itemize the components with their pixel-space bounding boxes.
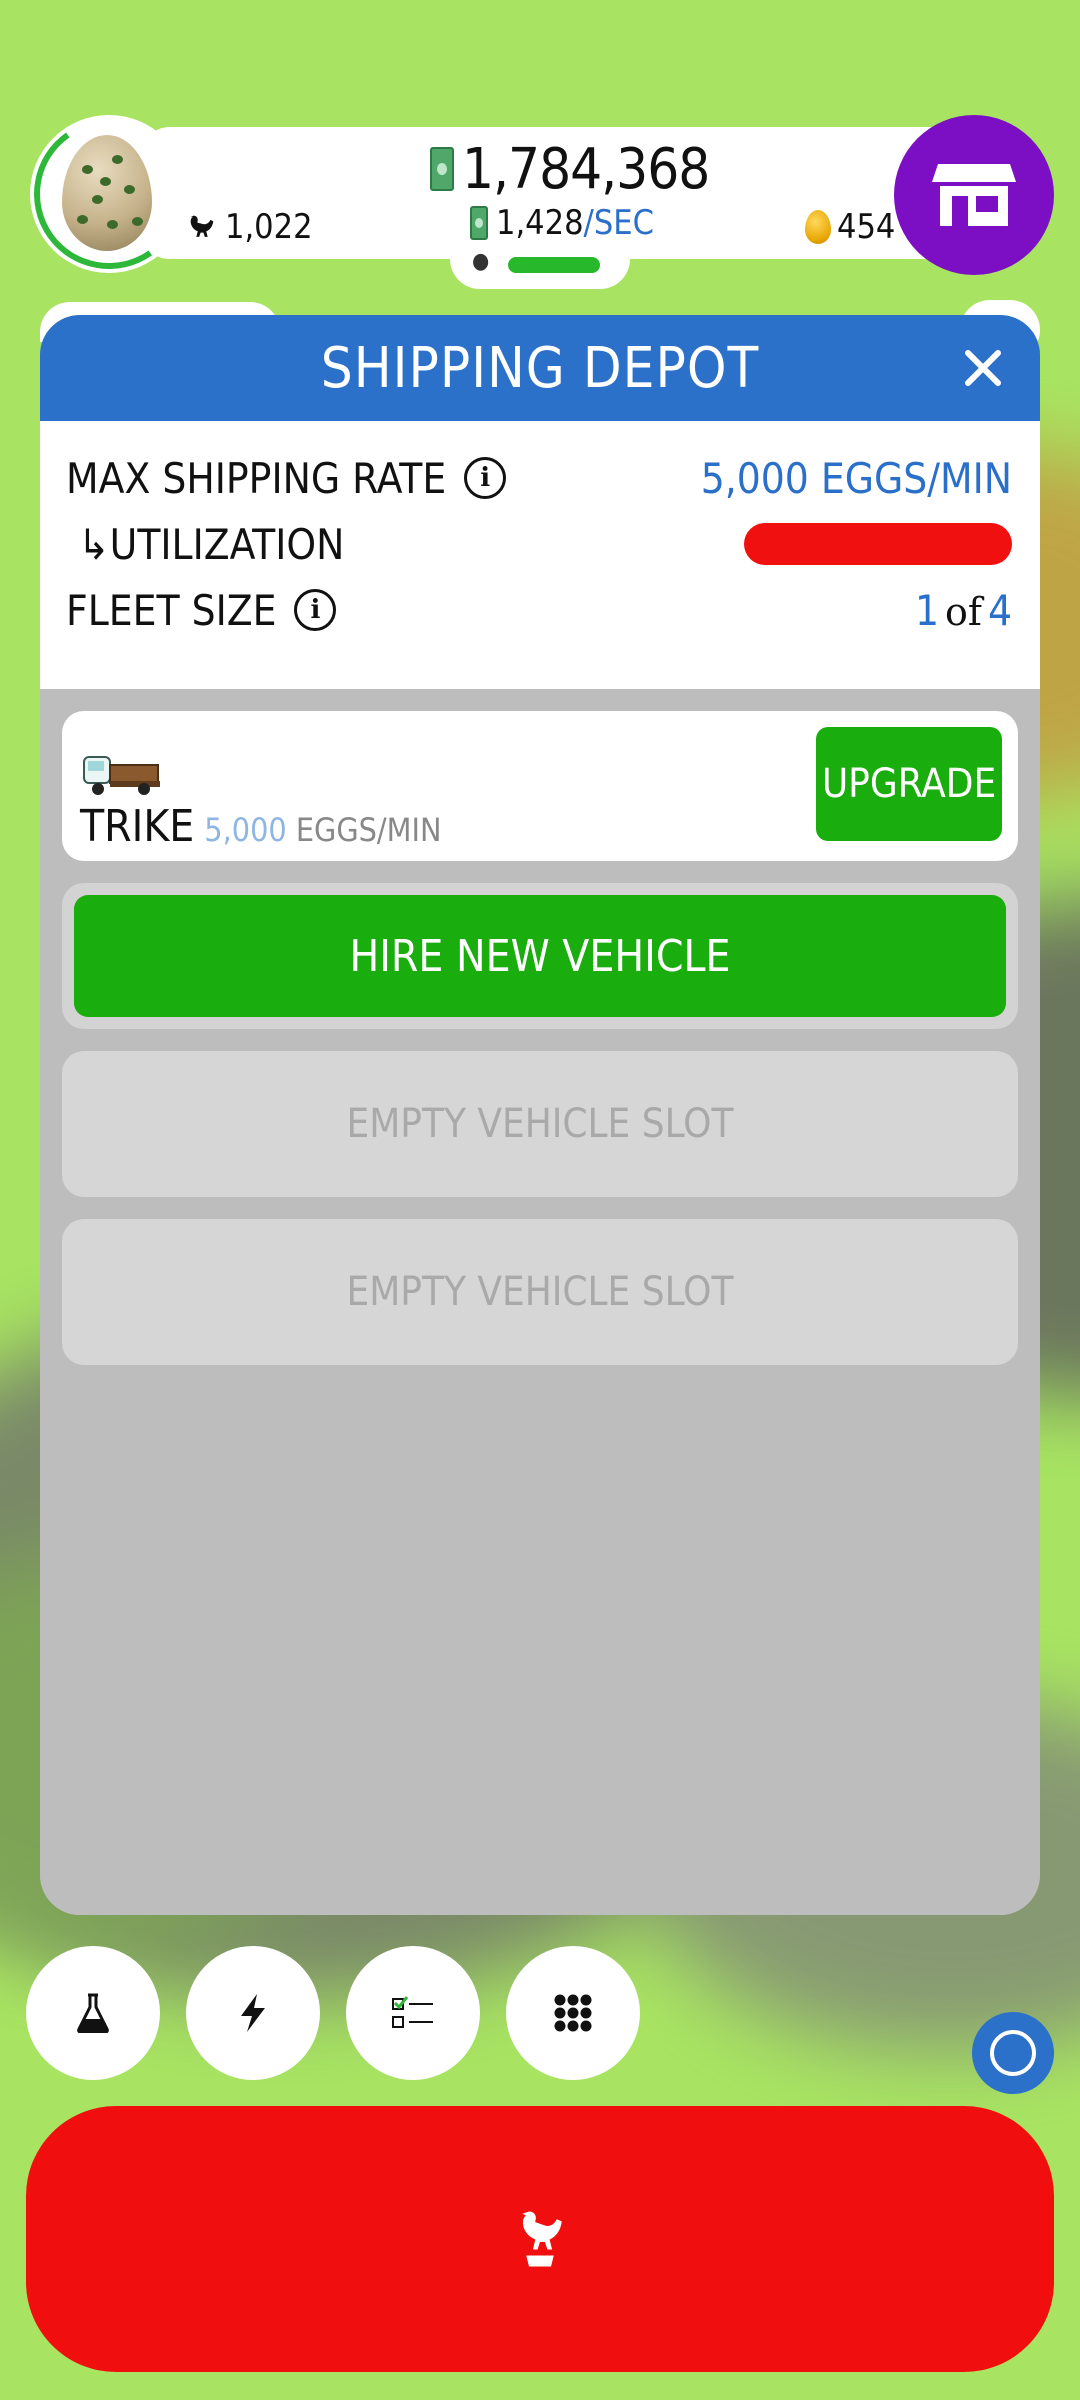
circle-icon bbox=[990, 2030, 1036, 2076]
boost-button[interactable] bbox=[186, 1946, 320, 2080]
shop-button[interactable] bbox=[894, 115, 1054, 275]
vehicle-info: TRIKE 5,000 EGGS/MIN bbox=[80, 801, 441, 852]
cash-icon bbox=[430, 147, 454, 191]
cash-icon bbox=[470, 206, 488, 240]
chicken-count-value: 1,022 bbox=[225, 207, 313, 247]
top-hud: ● 1,784,368 1,428/SEC 1,022 454 bbox=[22, 107, 1054, 289]
fleet-of: of bbox=[945, 589, 982, 634]
depot-stats: MAX SHIPPING RATE i 5,000 EGGS/MIN ↳UTIL… bbox=[40, 421, 1040, 689]
fleet-label: FLEET SIZE bbox=[66, 585, 277, 635]
menu-button[interactable] bbox=[506, 1946, 640, 2080]
money-display: 1,784,368 bbox=[430, 136, 710, 202]
info-icon[interactable]: i bbox=[294, 589, 337, 631]
chicken-count: 1,022 bbox=[185, 207, 313, 247]
upgrade-button[interactable]: UPGRADE bbox=[816, 727, 1002, 841]
utilization-bar bbox=[744, 523, 1012, 565]
vehicle-rate-unit: EGGS/MIN bbox=[295, 811, 442, 849]
close-icon bbox=[965, 350, 1001, 386]
hatch-chicken-button[interactable] bbox=[26, 2106, 1054, 2372]
rate-unit: /SEC bbox=[583, 203, 654, 243]
max-rate-value: 5,000 EGGS/MIN bbox=[700, 453, 1012, 503]
fleet-row: FLEET SIZE i 1 of 4 bbox=[66, 577, 1012, 643]
golden-egg-icon bbox=[805, 210, 831, 244]
max-rate-label: MAX SHIPPING RATE bbox=[66, 453, 447, 503]
golden-egg-value: 454 bbox=[837, 207, 896, 247]
vehicle-rate: 5,000 EGGS/MIN bbox=[204, 811, 441, 849]
rate-value: 1,428 bbox=[496, 203, 584, 243]
progress-tab: ● bbox=[450, 243, 630, 289]
golden-egg-count: 454 bbox=[805, 207, 895, 247]
modal-title: SHIPPING DEPOT bbox=[320, 335, 760, 401]
money-value: 1,784,368 bbox=[462, 136, 710, 202]
fleet-value: 1 of 4 bbox=[915, 586, 1012, 635]
max-rate-row: MAX SHIPPING RATE i 5,000 EGGS/MIN bbox=[66, 445, 1012, 511]
flask-icon bbox=[77, 1993, 109, 2033]
empty-vehicle-slot: EMPTY VEHICLE SLOT bbox=[62, 1051, 1018, 1197]
chicken-icon bbox=[522, 2211, 562, 2267]
earn-rate: 1,428/SEC bbox=[470, 203, 654, 243]
overlay-toggle-button[interactable] bbox=[972, 2012, 1054, 2094]
vehicle-card: TRIKE 5,000 EGGS/MIN UPGRADE bbox=[62, 711, 1018, 861]
hire-vehicle-slot: HIRE NEW VEHICLE bbox=[62, 883, 1018, 1029]
utilization-label: ↳UTILIZATION bbox=[78, 519, 345, 569]
utilization-row: ↳UTILIZATION bbox=[66, 511, 1012, 577]
close-button[interactable] bbox=[956, 341, 1010, 395]
vehicle-rate-number: 5,000 bbox=[204, 811, 287, 849]
egg-button[interactable] bbox=[22, 107, 196, 281]
checklist-icon bbox=[392, 1996, 433, 2028]
research-button[interactable] bbox=[26, 1946, 160, 2080]
fleet-max: 4 bbox=[987, 585, 1012, 635]
shop-icon bbox=[932, 164, 1016, 226]
truck-icon bbox=[83, 756, 160, 795]
empty-vehicle-slot: EMPTY VEHICLE SLOT bbox=[62, 1219, 1018, 1365]
chick-icon: ● bbox=[472, 249, 490, 274]
missions-button[interactable] bbox=[346, 1946, 480, 2080]
chicken-icon bbox=[190, 215, 214, 237]
hire-new-vehicle-button[interactable]: HIRE NEW VEHICLE bbox=[74, 895, 1006, 1017]
shipping-depot-modal: SHIPPING DEPOT MAX SHIPPING RATE i 5,000… bbox=[40, 315, 1040, 1915]
fleet-current: 1 bbox=[914, 585, 939, 635]
lightning-icon bbox=[241, 1994, 265, 2032]
info-icon[interactable]: i bbox=[464, 457, 507, 499]
modal-header: SHIPPING DEPOT bbox=[40, 315, 1040, 421]
progress-bar bbox=[508, 257, 600, 273]
grid-icon bbox=[554, 1994, 592, 2032]
vehicle-list: TRIKE 5,000 EGGS/MIN UPGRADE HIRE NEW VE… bbox=[40, 689, 1040, 1915]
vehicle-name: TRIKE bbox=[80, 801, 195, 852]
